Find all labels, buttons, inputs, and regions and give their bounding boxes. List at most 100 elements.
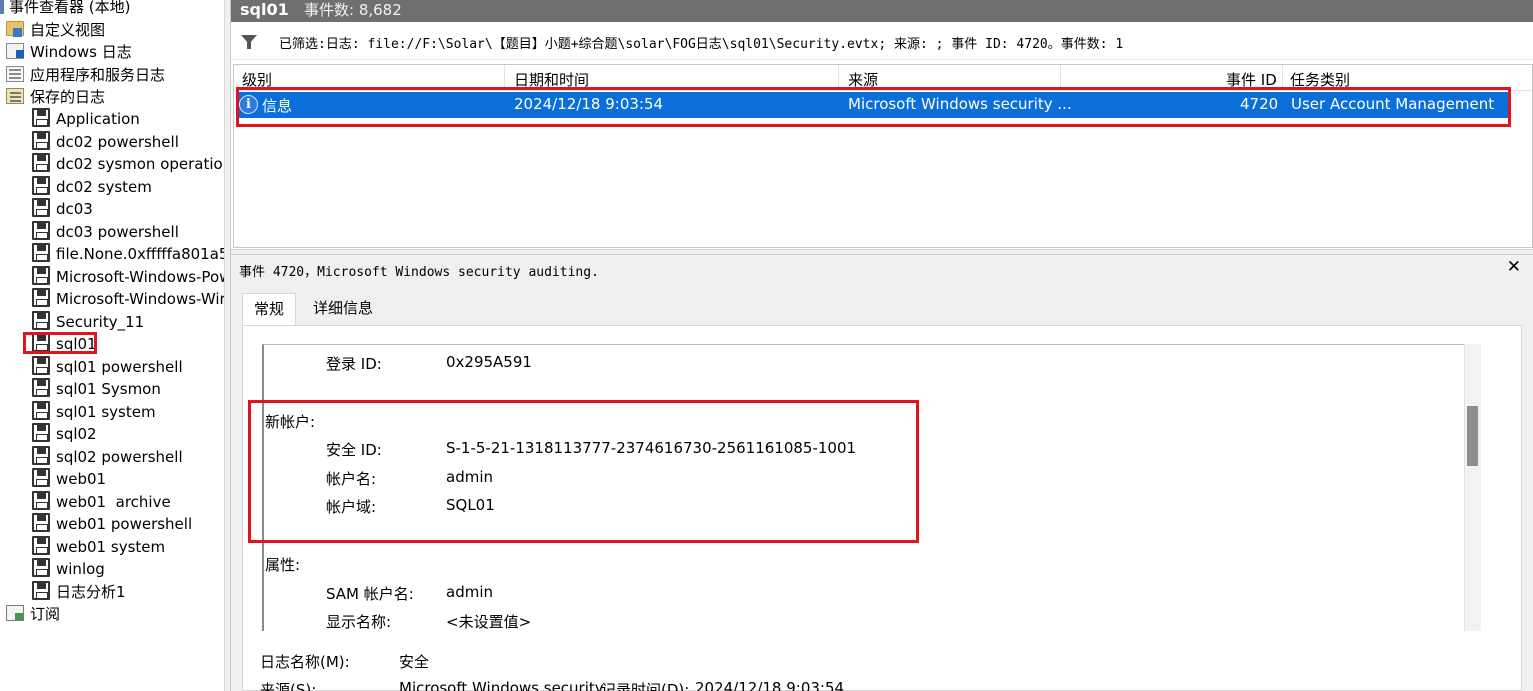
- tree-item-label: web01 powershell: [56, 515, 193, 533]
- tree-item-log[interactable]: Security_11: [32, 311, 144, 333]
- event-description[interactable]: 登录 ID: 0x295A591 新帐户: 安全 ID: S-1-5-21-13…: [262, 344, 1480, 631]
- event-count: 事件数: 8,682: [304, 1, 402, 19]
- tree-splitter[interactable]: [224, 0, 231, 691]
- saved-logs-icon: [6, 87, 24, 104]
- tree-item-windows-logs[interactable]: Windows 日志: [6, 41, 132, 63]
- tree-item-log[interactable]: sql02: [32, 423, 97, 445]
- display-name-label: 显示名称:: [326, 613, 392, 631]
- log-file-icon: [32, 333, 50, 352]
- log-file-icon: [32, 176, 50, 195]
- tree-item-log[interactable]: Application: [32, 108, 140, 130]
- tree-item-log[interactable]: sql01 Sysmon: [32, 378, 161, 400]
- close-icon[interactable]: ✕: [1507, 257, 1521, 277]
- column-divider[interactable]: [504, 65, 505, 91]
- tree-item-label: web01: [56, 470, 107, 488]
- tree-item-subscriptions[interactable]: 订阅: [6, 603, 60, 625]
- column-header-event-id[interactable]: 事件 ID: [1226, 69, 1277, 90]
- tree-item-label: 应用程序和服务日志: [30, 66, 166, 84]
- tree-item-log[interactable]: web01: [32, 468, 106, 490]
- tree-root[interactable]: 事件查看器 (本地): [0, 0, 130, 18]
- source-label: 来源(S):: [260, 681, 317, 691]
- windows-logs-icon: [6, 42, 24, 59]
- column-divider[interactable]: [1060, 65, 1061, 91]
- account-name-label: 帐户名:: [326, 470, 377, 488]
- recorded-time-label: 记录时间(D):: [601, 681, 690, 691]
- tree-item-label: Microsoft-Windows-Pow: [56, 268, 224, 286]
- log-name-value: 安全: [399, 653, 430, 671]
- column-header-datetime[interactable]: 日期和时间: [514, 69, 589, 90]
- filter-description: 已筛选:日志: file://F:\Solar\【题目】小题+综合题\solar…: [279, 37, 1124, 52]
- tree-item-log[interactable]: web01 system: [32, 536, 165, 558]
- tab-general[interactable]: 常规: [242, 293, 297, 325]
- tree-item-log[interactable]: sql01 powershell: [32, 356, 183, 378]
- event-list: 级别 日期和时间 来源 事件 ID 任务类别 i 信息 2024/12/18 9…: [233, 64, 1533, 248]
- event-source: Microsoft Windows security ...: [848, 95, 1072, 113]
- tree-item-saved-logs[interactable]: 保存的日志: [6, 86, 105, 108]
- tree-item-label: dc02 sysmon operation: [56, 155, 224, 173]
- event-id: 4720: [1240, 95, 1279, 113]
- tree-item-log[interactable]: sql01 system: [32, 401, 156, 423]
- event-row-selected[interactable]: i 信息 2024/12/18 9:03:54 Microsoft Window…: [236, 92, 1508, 118]
- column-header-level[interactable]: 级别: [242, 69, 272, 90]
- tree-item-log[interactable]: file.None.0xfffffa801a54: [32, 243, 224, 265]
- tree-item-log[interactable]: dc02 powershell: [32, 131, 179, 153]
- log-file-icon: [32, 198, 50, 217]
- tree-item-label: dc03 powershell: [56, 223, 179, 241]
- sam-account-name-value: admin: [446, 583, 493, 601]
- tree-item-log[interactable]: dc02 sysmon operation: [32, 153, 224, 175]
- account-domain-label: 帐户域:: [326, 498, 377, 516]
- log-file-icon: [32, 468, 50, 487]
- tree-item-label: Windows 日志: [30, 43, 132, 61]
- tree-item-log[interactable]: winlog: [32, 558, 105, 580]
- tree-item-label: file.None.0xfffffa801a54: [56, 245, 224, 263]
- subscriptions-icon: [6, 604, 24, 621]
- column-header-source[interactable]: 来源: [848, 69, 878, 90]
- info-icon: i: [239, 95, 258, 114]
- tree-item-log[interactable]: dc02 system: [32, 176, 152, 198]
- tree-item-log[interactable]: Microsoft-Windows-Wir: [32, 288, 224, 310]
- tree-item-log[interactable]: web01 powershell: [32, 513, 192, 535]
- column-divider[interactable]: [838, 65, 839, 91]
- scrollbar-thumb[interactable]: [1467, 406, 1478, 466]
- tree-item-label: 订阅: [30, 605, 61, 623]
- tree-item-label: Application: [56, 110, 140, 128]
- tree-item-log[interactable]: dc03: [32, 198, 93, 220]
- tree-item-log[interactable]: dc03 powershell: [32, 221, 179, 243]
- logon-id-value: 0x295A591: [446, 353, 532, 371]
- tree-item-label: sql01 Sysmon: [56, 380, 161, 398]
- tree-item-label: 日志分析1: [56, 583, 126, 601]
- tree-item-label: sql01: [56, 335, 97, 353]
- general-tab-content: 登录 ID: 0x295A591 新帐户: 安全 ID: S-1-5-21-13…: [242, 325, 1522, 691]
- filter-icon: [241, 35, 257, 49]
- recorded-time-value: 2024/12/18 9:03:54: [695, 679, 845, 691]
- tree-item-log[interactable]: Microsoft-Windows-Pow: [32, 266, 224, 288]
- log-file-icon: [32, 446, 50, 465]
- tree-item-log[interactable]: 日志分析1: [32, 581, 126, 603]
- tree-root-label: 事件查看器 (本地): [9, 0, 131, 16]
- log-file-icon: [32, 581, 50, 600]
- event-task-category: User Account Management: [1291, 95, 1495, 113]
- detail-title: 事件 4720，Microsoft Windows security audit…: [239, 265, 599, 280]
- tree-item-log[interactable]: web01 archive: [32, 491, 171, 513]
- logon-id-label: 登录 ID:: [326, 355, 382, 373]
- navigation-tree: 事件查看器 (本地) 自定义视图 Windows 日志 应用程序和服务日志 保存…: [0, 0, 224, 691]
- tree-item-log-selected[interactable]: sql01: [32, 333, 97, 355]
- tab-details[interactable]: 详细信息: [302, 293, 384, 325]
- tree-item-log[interactable]: sql02 powershell: [32, 446, 183, 468]
- description-scrollbar[interactable]: [1464, 344, 1481, 631]
- log-file-icon: [32, 378, 50, 397]
- custom-views-icon: [6, 21, 24, 37]
- display-name-value: <未设置值>: [446, 613, 532, 631]
- tree-item-custom-views[interactable]: 自定义视图: [6, 19, 105, 41]
- tree-item-label: 保存的日志: [30, 88, 106, 106]
- tree-item-app-service-logs[interactable]: 应用程序和服务日志: [6, 64, 165, 86]
- sam-account-name-label: SAM 帐户名:: [326, 585, 414, 603]
- column-divider[interactable]: [1282, 65, 1283, 91]
- column-header-task-category[interactable]: 任务类别: [1290, 69, 1350, 90]
- event-level: 信息: [262, 97, 293, 115]
- event-datetime: 2024/12/18 9:03:54: [514, 95, 664, 113]
- log-file-icon: [32, 491, 50, 510]
- tree-item-label: Microsoft-Windows-Wir: [56, 290, 224, 308]
- log-file-icon: [32, 513, 50, 532]
- event-detail-panel: 事件 4720，Microsoft Windows security audit…: [231, 255, 1533, 691]
